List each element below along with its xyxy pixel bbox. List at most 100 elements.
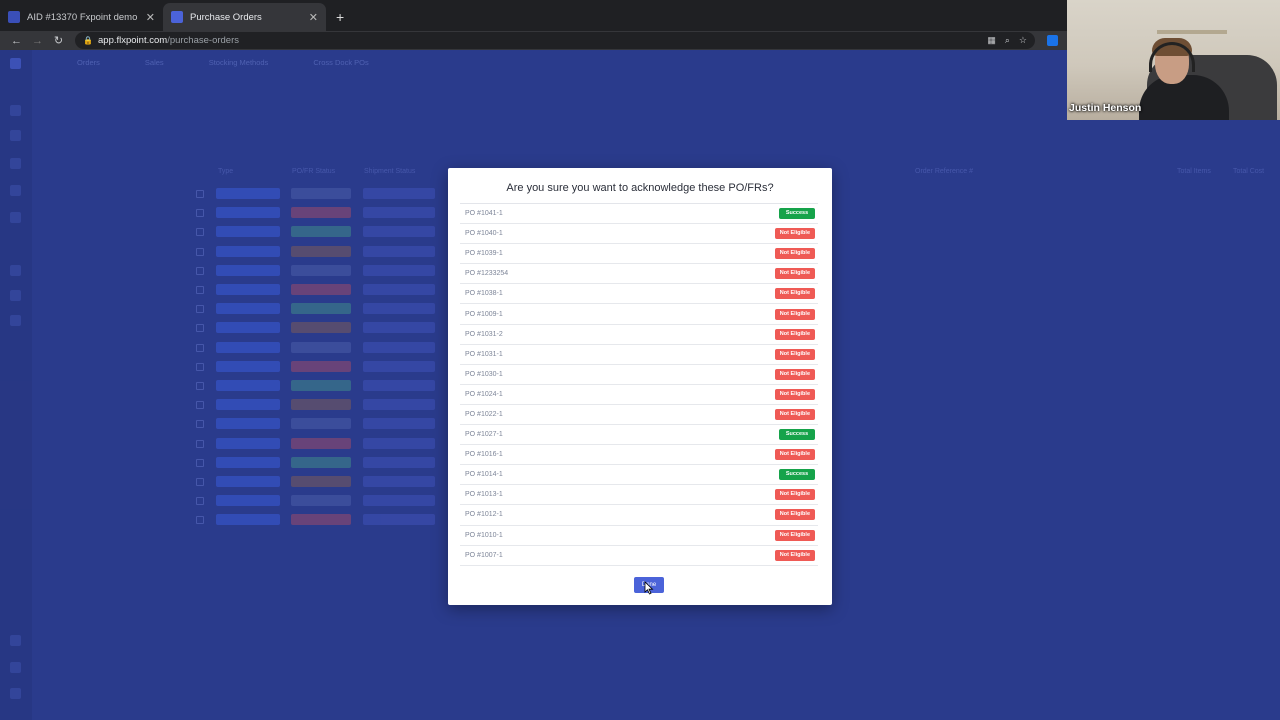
status-pill [291,360,351,372]
po-number: PO #1024-1 [465,390,503,398]
nav-settings-icon [10,290,21,301]
header-type: Type [218,168,234,175]
type-pill [216,264,280,276]
shipment-pill [363,226,435,238]
po-row: PO #1038-1 Not Eligible [460,284,818,305]
row-checkbox [196,420,204,429]
back-icon[interactable]: ← [6,35,27,47]
po-row: PO #1012-1 Not Eligible [460,505,818,526]
po-row: PO #1031-2 Not Eligible [460,325,818,345]
nav-account-icon [10,688,21,699]
type-pill [216,322,280,334]
zoom-icon[interactable]: ⌕ [1005,35,1010,46]
po-number: PO #1016-1 [465,451,503,459]
type-pill [216,341,280,353]
status-badge: Not Eligible [774,348,815,360]
status-pill [291,322,351,334]
status-badge: Not Eligible [774,509,815,521]
status-badge: Not Eligible [774,288,815,300]
po-result-list: PO #1041-1 Success PO #1040-1 Not Eligible P… [460,203,818,566]
po-row: PO #1031-1 Not Eligible [460,345,818,365]
qr-icon[interactable]: ▦ [987,35,996,46]
po-number: PO #1041-1 [465,210,503,218]
shipment-pill [363,514,435,526]
row-checkbox [196,439,204,448]
extension-icon[interactable] [1047,35,1058,46]
shipment-pill [363,437,435,449]
topnav-stocking: Stocking Methods [208,58,269,67]
po-number: PO #1031-2 [465,330,503,338]
status-pill [291,399,351,411]
type-pill [216,188,280,199]
status-badge: Not Eligible [774,408,815,420]
shipment-pill [363,188,435,199]
type-pill [216,380,280,391]
shipment-pill [363,341,435,353]
tab-title: Purchase Orders [190,11,262,23]
status-pill [291,264,351,276]
po-row: PO #1013-1 Not Eligible [460,485,818,506]
po-row: PO #1010-1 Not Eligible [460,526,818,546]
type-pill [216,476,280,487]
forward-icon[interactable]: → [27,35,48,47]
po-number: PO #1009-1 [465,310,503,318]
po-number: PO #1013-1 [465,491,503,499]
header-po-status: PO/FR Status [292,168,336,175]
shipment-pill [363,360,435,372]
type-pill [216,456,280,468]
row-checkbox [196,382,204,390]
type-pill [216,437,280,449]
po-number: PO #1007-1 [465,551,503,559]
status-pill [291,188,351,199]
status-pill [291,245,351,257]
po-number: PO #1022-1 [465,410,503,418]
row-checkbox [196,190,204,198]
row-checkbox [196,478,204,486]
star-icon[interactable]: ☆ [1019,35,1027,46]
po-row: PO #1022-1 Not Eligible [460,405,818,426]
type-pill [216,360,280,372]
type-pill [216,495,280,507]
logo-icon [10,58,21,69]
shipment-pill [363,264,435,276]
status-badge: Not Eligible [774,368,815,380]
shipment-pill [363,456,435,468]
nav-analytics-icon [10,315,21,326]
po-row: PO #1040-1 Not Eligible [460,224,818,245]
browser-tab-1[interactable]: Purchase Orders ✕ [163,3,326,31]
acknowledge-modal: Are you sure you want to acknowledge the… [448,168,832,605]
topnav-orders: Orders [77,58,100,67]
nav-sources-icon [10,185,21,196]
status-badge: Success [779,208,815,220]
row-checkbox [196,516,204,525]
po-row: PO #1009-1 Not Eligible [460,304,818,325]
status-badge: Not Eligible [774,549,815,561]
po-row: PO #1027-1 Success [460,425,818,446]
nav-channels-icon [10,212,21,223]
address-bar[interactable]: 🔒 app.flxpoint.com/purchase-orders ▦ ⌕ ☆ [75,32,1035,49]
status-pill [291,380,351,391]
top-nav: Orders Sales Stocking Methods Cross Dock… [32,58,369,78]
shipment-pill [363,495,435,507]
tab-favicon-icon [171,11,183,23]
close-icon[interactable]: ✕ [309,11,318,24]
address-path: /purchase-orders [167,35,239,46]
row-checkbox [196,209,204,218]
status-pill [291,495,351,507]
status-pill [291,514,351,526]
type-pill [216,226,280,238]
row-checkbox [196,305,204,314]
type-pill [216,514,280,526]
po-number: PO #1038-1 [465,290,503,298]
close-icon[interactable]: ✕ [146,11,155,24]
tab-favicon-icon [8,11,20,23]
po-number: PO #1030-1 [465,370,503,378]
topnav-sales: Sales [144,58,164,67]
shipment-pill [363,476,435,487]
po-row: PO #1016-1 Not Eligible [460,445,818,466]
reload-icon[interactable]: ↻ [48,34,69,47]
browser-tab-0[interactable]: AID #13370 Fxpoint demo ✕ [0,3,163,31]
shipment-pill [363,380,435,391]
address-host: app.flxpoint.com [98,35,168,46]
new-tab-button[interactable]: + [336,3,344,31]
